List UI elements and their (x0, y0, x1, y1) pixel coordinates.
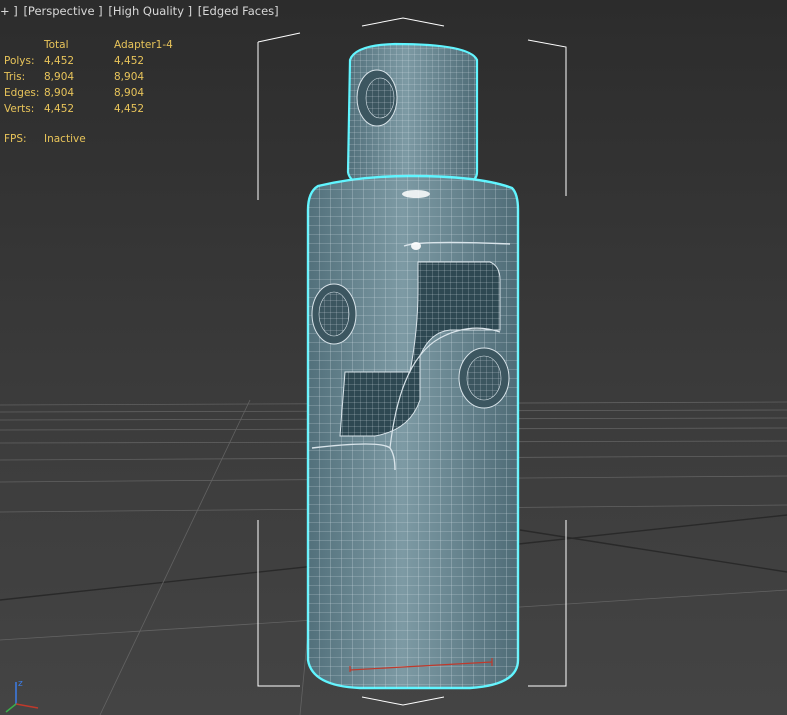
fps-label: FPS: (4, 133, 27, 145)
stats-selected: 8,904 (114, 71, 145, 83)
stats-selected: 4,452 (114, 55, 145, 67)
stats-label: Tris: (4, 71, 26, 83)
adapter-mesh (306, 42, 520, 690)
stats-header-total: Total (44, 39, 69, 51)
stats-header-selection: Adapter1-4 (114, 39, 173, 51)
stats-total: 4,452 (44, 55, 75, 67)
viewport-plus-menu[interactable]: + ] (0, 4, 18, 18)
stats-selected: 8,904 (114, 87, 145, 99)
axis-gizmo-icon: z (5, 679, 39, 713)
gizmo-z-label: z (18, 679, 23, 689)
fps-readout: FPS: Inactive (4, 133, 86, 145)
viewport-label-menu[interactable]: + ] [Perspective ] [High Quality ] [Edge… (0, 4, 281, 18)
stats-total: 8,904 (44, 87, 75, 99)
fps-value: Inactive (44, 133, 86, 145)
stats-selected: 4,452 (114, 103, 145, 115)
viewport-quality-menu[interactable]: [High Quality ] (108, 4, 192, 18)
stats-total: 8,904 (44, 71, 75, 83)
stats-label: Verts: (4, 103, 35, 115)
viewport-view-menu[interactable]: [Perspective ] (23, 4, 102, 18)
viewport-shading-menu[interactable]: [Edged Faces] (198, 4, 279, 18)
stats-label: Polys: (4, 55, 35, 67)
stats-total: 4,452 (44, 103, 75, 115)
viewport-perspective[interactable]: + ] [Perspective ] [High Quality ] [Edge… (0, 0, 787, 715)
stats-label: Edges: (4, 87, 40, 99)
